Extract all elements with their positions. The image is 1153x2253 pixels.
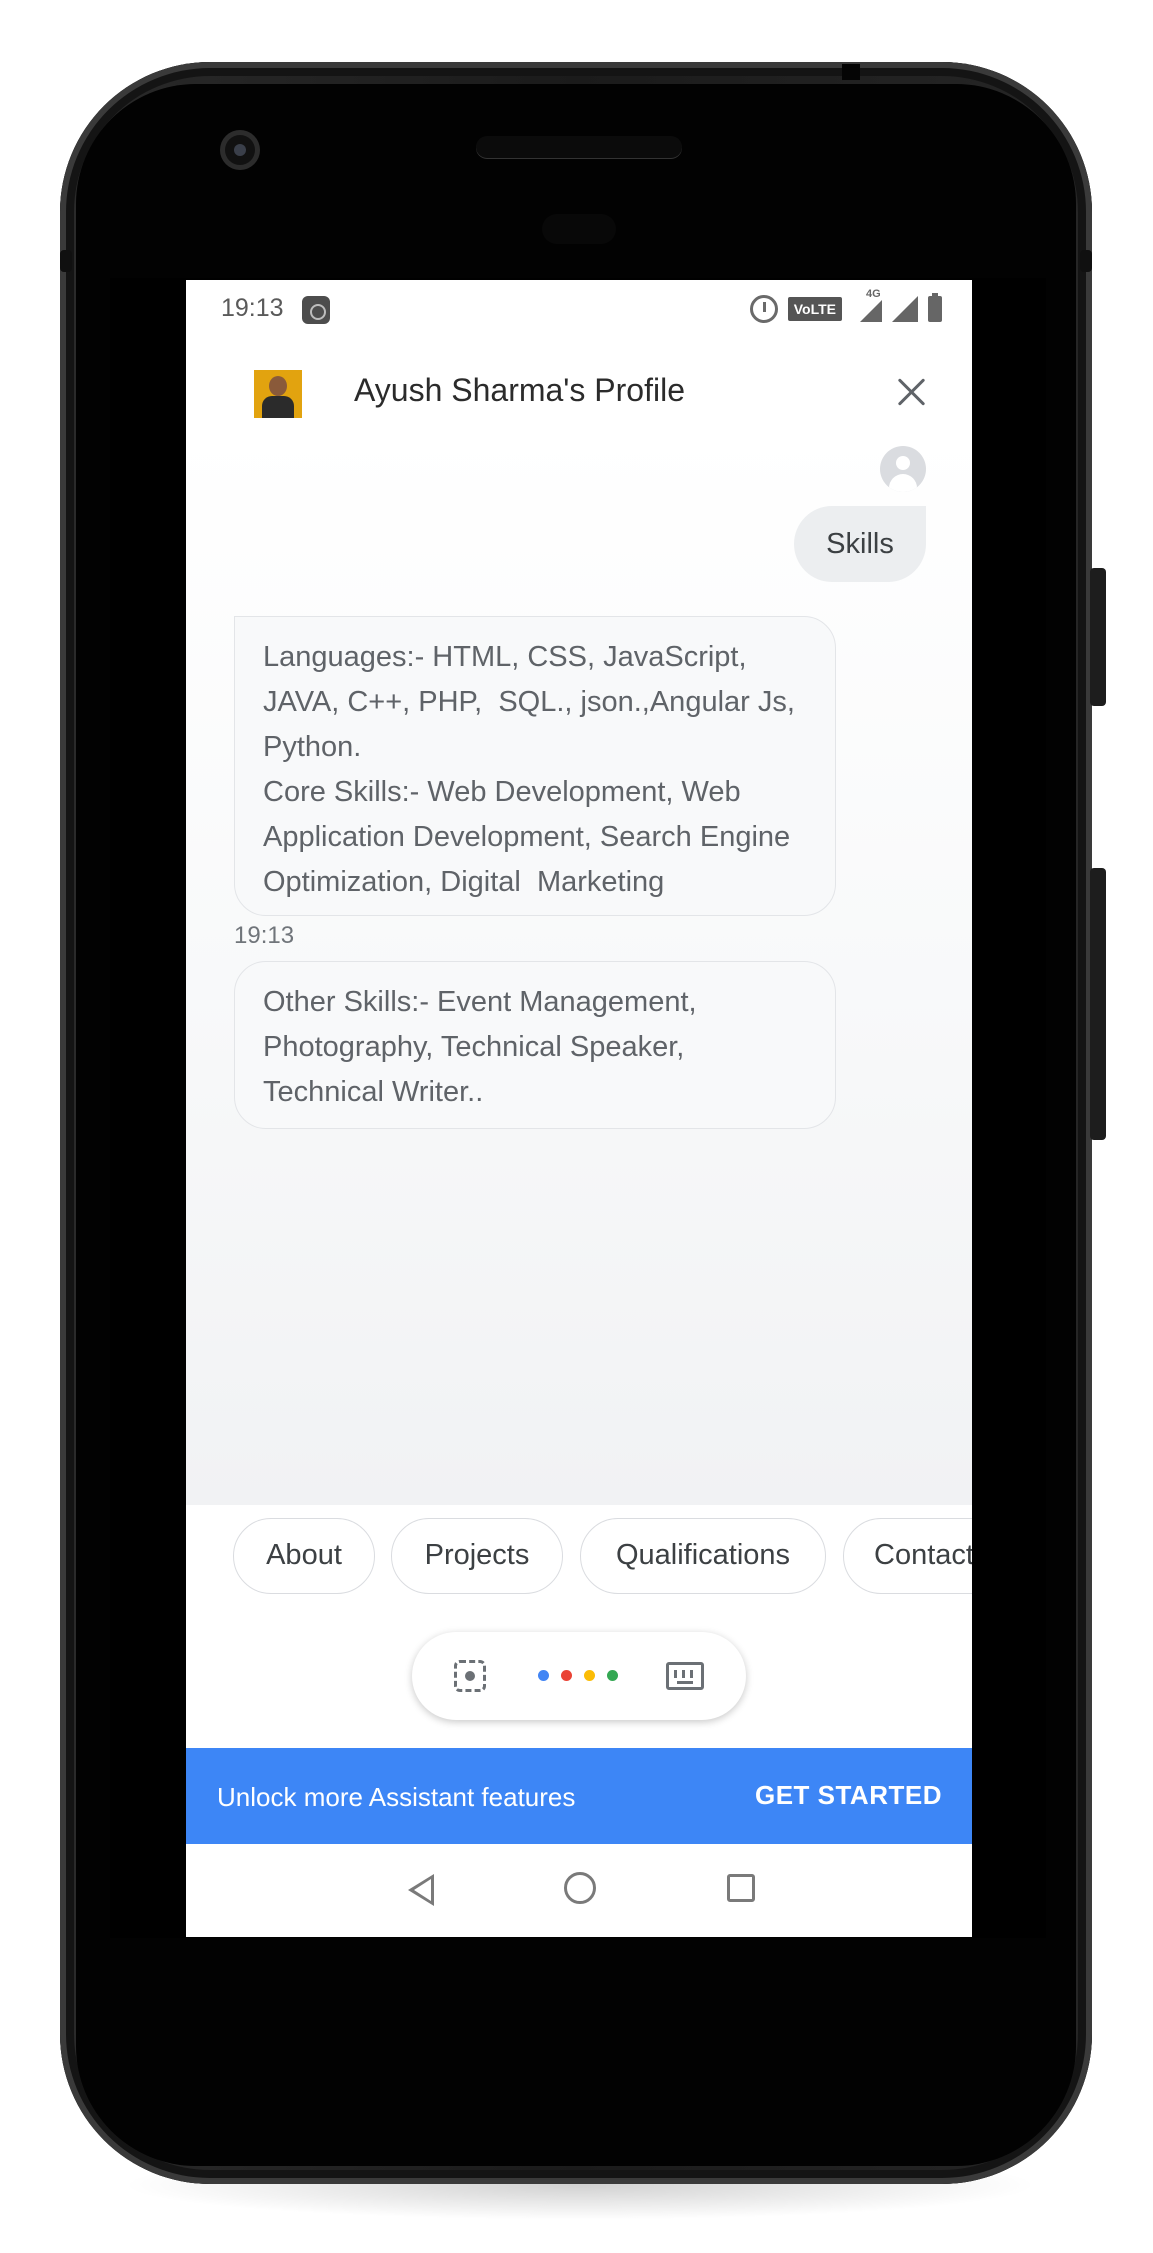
chip-projects[interactable]: Projects — [391, 1518, 563, 1594]
status-bar: 19:13 VoLTE 4G — [186, 280, 972, 340]
assistant-dot — [584, 1670, 595, 1681]
bot-message-bubble: Languages:- HTML, CSS, JavaScript, JAVA,… — [234, 616, 836, 916]
user-message-bubble: Skills — [794, 506, 926, 582]
volte-badge: VoLTE — [787, 297, 842, 321]
stage: 19:13 VoLTE 4G Ayush Sharma's Profile Sk… — [0, 0, 1153, 2253]
status-time: 19:13 — [221, 294, 284, 322]
lens-icon[interactable] — [454, 1660, 486, 1692]
status-icons: VoLTE 4G — [749, 288, 942, 324]
front-camera — [220, 130, 260, 170]
proximity-sensor — [542, 214, 616, 244]
power-button — [1090, 868, 1106, 1140]
get-started-button[interactable]: GET STARTED — [755, 1780, 942, 1811]
profile-avatar[interactable] — [254, 370, 302, 418]
assistant-dot — [538, 1670, 549, 1681]
keyboard-icon[interactable] — [666, 1662, 704, 1690]
signal-icon — [892, 296, 918, 322]
user-avatar-icon — [880, 446, 926, 492]
assistant-dot — [561, 1670, 572, 1681]
recents-icon[interactable] — [727, 1874, 755, 1902]
message-timestamp: 19:13 — [234, 922, 295, 949]
volume-button — [1090, 568, 1106, 706]
side-band-left — [60, 250, 72, 272]
chip-qualifications[interactable]: Qualifications — [580, 1518, 826, 1594]
close-icon[interactable] — [894, 374, 930, 410]
alarm-icon — [749, 295, 778, 323]
assistant-dot — [607, 1670, 618, 1681]
chat-area[interactable]: Skills Languages:- HTML, CSS, JavaScript… — [186, 430, 972, 1505]
battery-icon — [928, 293, 942, 322]
assistant-input-bar — [412, 1632, 746, 1720]
chip-about[interactable]: About — [233, 1518, 375, 1594]
header: Ayush Sharma's Profile — [186, 352, 972, 432]
suggestion-chips: About Projects Qualifications Contact — [186, 1518, 972, 1598]
home-icon[interactable] — [564, 1872, 596, 1904]
promo-text: Unlock more Assistant features — [217, 1782, 576, 1812]
network-4g-icon: 4G — [852, 288, 882, 322]
promo-banner: Unlock more Assistant features GET START… — [186, 1748, 972, 1844]
back-icon[interactable] — [408, 1874, 434, 1906]
chip-contact[interactable]: Contact — [843, 1518, 972, 1594]
notification-app-icon — [302, 296, 330, 324]
navigation-bar — [186, 1844, 972, 1937]
page-title: Ayush Sharma's Profile — [354, 372, 685, 408]
bot-message-bubble: Other Skills:- Event Management, Photogr… — [234, 961, 836, 1129]
assistant-dots-icon[interactable] — [538, 1670, 620, 1684]
network-label: 4G — [866, 288, 881, 300]
phone-top-slot — [842, 64, 860, 80]
side-band-right — [1080, 250, 1092, 272]
screen: 19:13 VoLTE 4G Ayush Sharma's Profile Sk… — [186, 280, 972, 1937]
earpiece-speaker — [476, 136, 682, 158]
